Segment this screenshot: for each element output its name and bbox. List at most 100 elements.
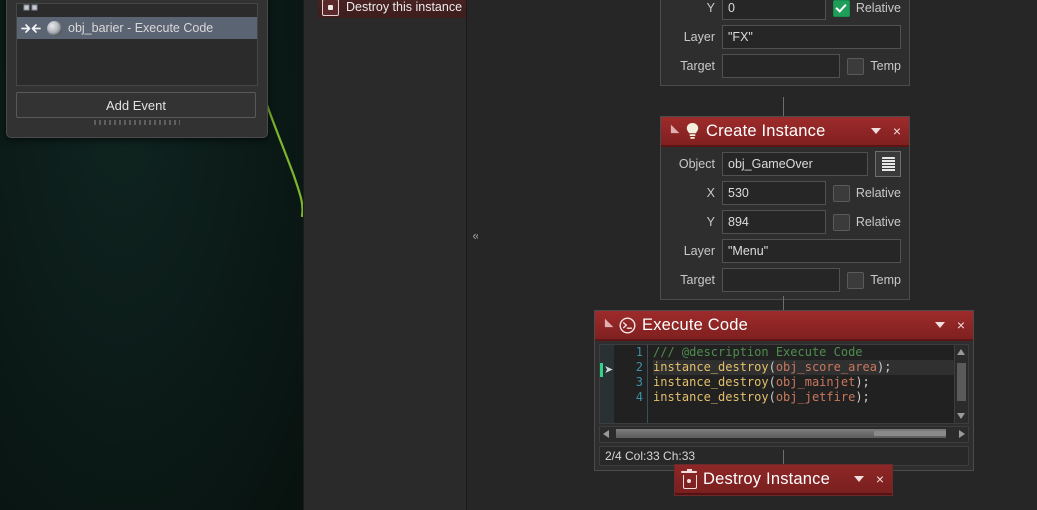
chevron-down-icon[interactable] [870,128,881,134]
code-function: instance_destroy [653,375,769,389]
block-title: Create Instance [706,121,826,140]
event-list[interactable]: obj_barier - Execute Code [16,3,258,86]
field-input-y[interactable]: 894 [722,210,826,234]
object-sprite-icon [47,20,62,36]
field-label-y: Y [706,215,715,229]
field-row-layer: Layer "Menu" [669,239,901,263]
action-workspace: Y 0 Relative Layer "FX" Target Temp Crea… [478,0,1037,510]
scrollbar-thumb[interactable] [957,363,966,401]
field-row-object: Object obj_GameOver [669,151,901,177]
code-line[interactable]: instance_destroy(obj_jetfire); [653,390,968,405]
block-header-execute-code[interactable]: Execute Code × [595,311,973,341]
field-input-x[interactable]: 530 [722,181,826,205]
object-editor-left-pane: obj_barier - Execute Code Add Event [0,0,303,510]
code-punct: ); [876,360,892,374]
field-label-x: X [706,186,715,200]
collapse-arrow-icon[interactable] [600,318,614,332]
checkbox[interactable] [832,213,850,231]
action-block-destroy-instance: Destroy Instance × [674,464,893,496]
scroll-right-arrow-icon[interactable] [959,430,965,438]
bookmark-gutter[interactable]: ➤ [600,345,614,423]
code-line[interactable]: instance_destroy(obj_score_area); [653,360,968,375]
close-icon[interactable]: × [874,472,886,486]
line-number: 2 [635,360,643,374]
field-label-layer: Layer [683,30,715,44]
chevron-down-icon[interactable] [853,476,864,482]
collision-event-icon [21,4,41,17]
destroy-this-instance-label: Destroy this instance [346,0,463,14]
checkbox-label: Relative [855,186,901,200]
checkbox[interactable] [847,271,865,289]
line-number: 4 [635,390,643,404]
block-header-destroy-instance[interactable]: Destroy Instance × [675,465,892,495]
code-punct: ( [768,375,776,389]
chevron-down-icon[interactable] [934,322,945,328]
field-row-layer: Layer "FX" [669,25,901,49]
scroll-left-arrow-icon[interactable] [603,430,609,438]
scroll-down-arrow-icon[interactable] [957,413,965,419]
close-icon[interactable]: × [891,124,903,138]
destroy-instance-icon [322,0,339,16]
action-block-create-instance: Create Instance × Object obj_GameOver X … [660,116,910,300]
field-label-target: Target [680,59,715,73]
block-connector [783,450,784,464]
collision-event-icon [21,20,41,36]
block-connector [783,296,784,310]
relative-checkbox-y[interactable]: Relative [832,213,901,231]
code-vertical-scrollbar[interactable] [954,345,968,423]
sidebar-item-obj-barier-execute-code[interactable]: obj_barier - Execute Code [17,17,257,39]
action-chain-pane: Destroy this instance [303,0,477,510]
checkbox[interactable] [832,184,850,202]
trash-icon [681,468,697,489]
checkbox-label: Temp [870,273,901,287]
list-item[interactable] [17,4,257,17]
checkbox-label: Relative [855,215,901,229]
line-number: 3 [635,375,643,389]
field-input-target[interactable] [722,268,841,292]
close-icon[interactable]: × [955,318,967,332]
code-argument: obj_score_area [775,360,877,374]
line-number: 1 [635,345,643,359]
destroy-this-instance-action[interactable]: Destroy this instance [318,0,471,18]
code-argument: obj_jetfire [775,390,856,404]
field-row-target: Target Temp [669,54,901,78]
action-block-execute-code: Execute Code × ➤ 1 2 3 4 /// @descriptio… [594,310,974,471]
field-input-layer[interactable]: "Menu" [722,239,901,263]
code-function: instance_destroy [653,390,769,404]
code-lines[interactable]: /// @description Execute Code instance_d… [648,345,968,423]
code-editor[interactable]: ➤ 1 2 3 4 /// @description Execute Code … [599,344,969,424]
relative-checkbox-y[interactable]: Relative [832,0,901,17]
list-picker-button[interactable] [875,151,901,177]
list-item-label: obj_barier - Execute Code [68,21,214,35]
scroll-up-arrow-icon[interactable] [957,349,965,355]
field-input-target[interactable] [722,54,841,78]
resize-grip[interactable] [94,120,180,125]
code-line[interactable]: instance_destroy(obj_mainjet); [653,375,968,390]
field-row-x: X 530 Relative [669,181,901,205]
code-function: instance_destroy [653,360,769,374]
code-comment: /// @description Execute Code [653,345,863,359]
code-horizontal-scrollbar[interactable] [599,426,969,443]
current-line-arrow-icon: ➤ [604,364,614,376]
scrollbar-secondary-thumb[interactable] [874,431,946,436]
relative-checkbox-x[interactable]: Relative [832,184,901,202]
code-circle-icon [619,316,636,334]
code-punct: ( [768,360,776,374]
caret-marker [600,363,603,377]
checkbox[interactable] [847,57,865,75]
field-input-y[interactable]: 0 [722,0,826,20]
field-input-object[interactable]: obj_GameOver [722,152,868,176]
lightbulb-icon [685,122,700,140]
collapse-arrow-icon[interactable] [666,124,680,138]
temp-checkbox[interactable]: Temp [847,271,901,289]
block-header-create-instance[interactable]: Create Instance × [661,117,909,147]
checkbox-label: Relative [855,1,901,15]
add-event-button[interactable]: Add Event [16,92,256,118]
field-label-target: Target [680,273,715,287]
temp-checkbox[interactable]: Temp [847,57,901,75]
checkbox[interactable] [832,0,850,17]
code-punct: ); [855,375,870,389]
code-line[interactable]: /// @description Execute Code [653,345,968,360]
checkbox-label: Temp [870,59,901,73]
field-input-layer[interactable]: "FX" [722,25,901,49]
